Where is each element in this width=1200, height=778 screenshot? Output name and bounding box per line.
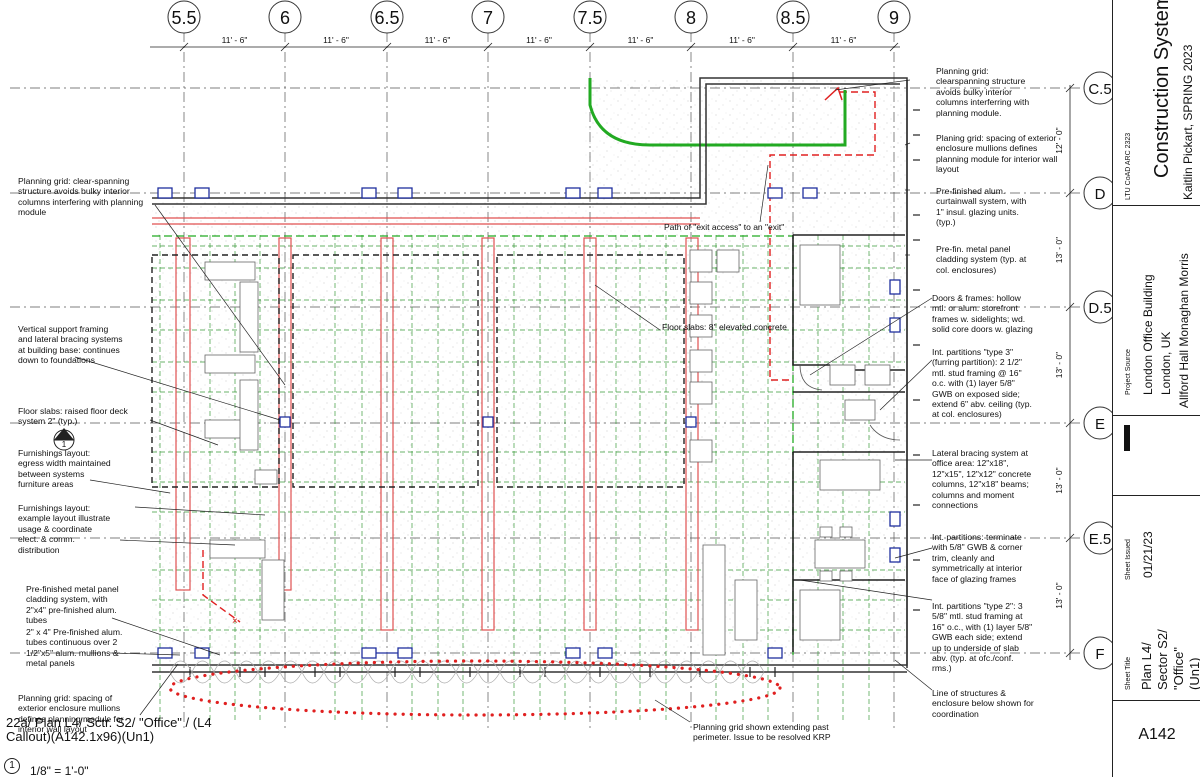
- note-exit-access: Path of "exit access" to an "exit": [664, 222, 785, 232]
- right-note-structure-line: Line of structures & enclosure below sho…: [932, 688, 1034, 719]
- grid-bubble-col-label: 8: [686, 8, 696, 28]
- grid-column-bubbles: 5.5 6 6.5 7 7.5 8 8.5 9: [167, 0, 911, 34]
- column-dimension-label: 11' - 6": [831, 35, 857, 45]
- row-dimension-label: 13' - 0": [1054, 467, 1064, 493]
- column-dimension-label: 11' - 6": [729, 35, 755, 45]
- title-block: LTU CoAD ARC 2323 Construction Systems 2…: [1112, 0, 1200, 777]
- column-dimension-label: 11' - 6": [222, 35, 248, 45]
- grid-bubble-col: 8.5: [776, 0, 810, 34]
- column-dimension-label: 11' - 6": [526, 35, 552, 45]
- tb-architect: Allford Hall Monaghan Morris: [1177, 253, 1191, 408]
- tb-sheet-title: Plan L4/ Sector S2/ "Office" (Un1): [1139, 629, 1200, 690]
- tb-location: London, UK: [1159, 331, 1173, 395]
- tb-project: Construction Systems 2: [1151, 0, 1173, 178]
- right-note-partition-type2: Int. partitions "type 2": 3 5/8" mtl. st…: [932, 601, 1033, 674]
- tb-sheet-number: A142: [1138, 726, 1176, 743]
- left-note-metal-panel: Pre-finished metal panel cladding system…: [26, 584, 119, 626]
- grid-bubble-row-label: F: [1095, 646, 1104, 663]
- grid-bubble-row-label: D.5: [1088, 300, 1111, 317]
- row-dimension-labels: 12' - 0"13' - 0"13' - 0"13' - 0"13' - 0": [1054, 127, 1064, 608]
- grid-bubble-row-label: D: [1095, 186, 1106, 203]
- grid-bubble-col-label: 8.5: [780, 8, 805, 28]
- grid-bubble-col: 7.5: [573, 0, 607, 34]
- grid-bubble-col: 6: [268, 0, 302, 34]
- right-note-mullion-spacing: Planing grid: spacing of exterior enclos…: [936, 133, 1058, 175]
- row-dimension-label: 13' - 0": [1054, 352, 1064, 378]
- tb-sheet-issued: 01/21/23: [1141, 531, 1155, 578]
- tb-author: Kaitlin Pickart, SPRING 2023: [1181, 44, 1195, 200]
- grid-bubble-col-label: 6: [280, 8, 290, 28]
- tb-sheet-title-label: Sheet Title: [1125, 656, 1132, 690]
- perimeter-issue-ellipse: [168, 659, 782, 717]
- grid-bubble-col: 8: [674, 0, 708, 34]
- grid-bubble-col-label: 6.5: [374, 8, 399, 28]
- right-note-partition-termination: Int. partitions: terminate with 5/8" GWB…: [932, 532, 1023, 584]
- right-note-curtainwall: Pre-finished alum. curtainwall system, w…: [936, 186, 1027, 228]
- left-note-furnishings-egress: Furnishings layout: egress width maintai…: [18, 448, 111, 490]
- note-floor-slabs: Floor slabs: 8" elevated concrete: [662, 322, 787, 332]
- left-note-planning-grid: Planning grid: clear-spanning structure …: [18, 176, 144, 218]
- right-note-partition-type3: Int. partitions "type 3" (furring partit…: [932, 347, 1032, 420]
- grid-bubble-col: 5.5: [167, 0, 201, 34]
- svg-text:×: ×: [232, 616, 238, 627]
- tb-sheet-issued-label: Sheet Issued: [1125, 539, 1132, 580]
- grid-bubble-col: 9: [877, 0, 911, 34]
- row-dimension-label: 13' - 0": [1054, 582, 1064, 608]
- tb-project-source-label: Project Source: [1125, 349, 1132, 395]
- title-block-marker: [1124, 425, 1130, 451]
- column-dimension-label: 11' - 6": [628, 35, 654, 45]
- column-dimension-label: 11' - 6": [323, 35, 349, 45]
- left-note-vertical-support: Vertical support framing and lateral bra…: [18, 324, 123, 366]
- grid-bubble-col: 7: [471, 0, 505, 34]
- right-note-planning-grid: Planning grid: clearspanning structure a…: [936, 66, 1030, 118]
- view-number: 1: [4, 758, 20, 774]
- floor-slab-upper: [585, 78, 907, 200]
- right-note-lateral-bracing: Lateral bracing system at office area: 1…: [932, 448, 1032, 511]
- row-dimension-label: 13' - 0": [1054, 237, 1064, 263]
- view-scale: 1/8" = 1'-0": [30, 764, 89, 778]
- view-title: 22a/ Plan L4/ Sctr. S2/ "Office" / (L4 C…: [6, 715, 212, 744]
- section-marker: 1: [53, 428, 75, 451]
- tb-course: LTU CoAD ARC 2323: [1125, 132, 1132, 200]
- grid-bubble-col-label: 7: [483, 8, 493, 28]
- grid-bubble-col-label: 9: [889, 8, 899, 28]
- right-note-metal-panel: Pre-fin. metal panel cladding system (ty…: [936, 244, 1027, 275]
- note-perimeter: Planning grid shown extending past perim…: [693, 722, 831, 743]
- grid-bubble-col-label: 7.5: [577, 8, 602, 28]
- grid-bubble-row-label: C.5: [1088, 81, 1111, 98]
- grid-bubble-col-label: 5.5: [171, 8, 196, 28]
- left-note-alum-tubes: 2" x 4" Pre-finished alum. tubes continu…: [26, 627, 123, 669]
- dimension-string-right: [1065, 83, 1075, 660]
- left-note-furnishings-layout: Furnishings layout: example layout illus…: [18, 503, 111, 555]
- column-dimension-label: 11' - 6": [425, 35, 451, 45]
- tb-project-source: London Office Building: [1141, 274, 1155, 395]
- left-note-floor-slabs: Floor slabs: raised floor deck system 2"…: [18, 406, 128, 427]
- grid-bubble-col: 6.5: [370, 0, 404, 34]
- dimension-string: [150, 42, 900, 52]
- right-note-doors-frames: Doors & frames: hollow mtl. or alum. sto…: [932, 293, 1033, 335]
- column-dimension-labels: 11' - 6" 11' - 6" 11' - 6" 11' - 6" 11' - 6"…: [222, 35, 857, 45]
- grid-bubble-row-label: E: [1095, 416, 1105, 433]
- grid-bubble-row-label: E.5: [1089, 531, 1112, 548]
